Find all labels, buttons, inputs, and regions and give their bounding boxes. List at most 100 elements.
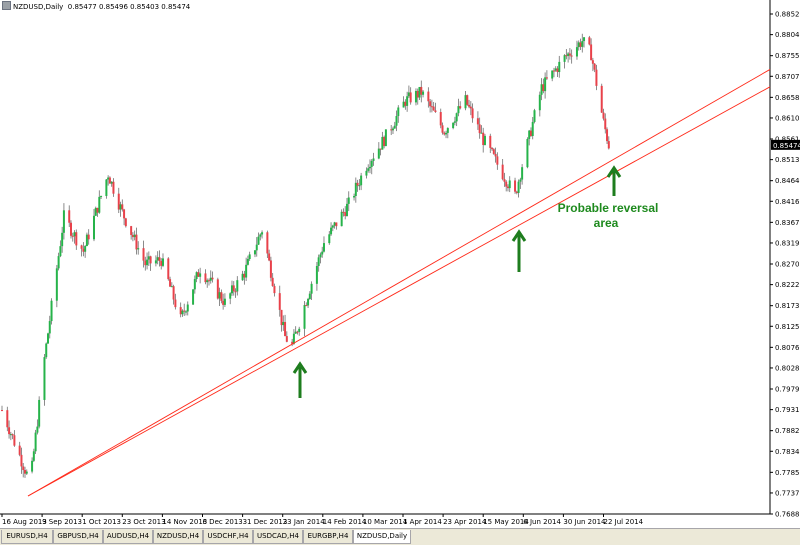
candle-body — [303, 305, 306, 329]
candle-body — [514, 180, 517, 192]
price-label: 0.78340 — [775, 448, 800, 456]
candle-body — [170, 286, 173, 288]
candle-body — [186, 304, 189, 312]
candle-body — [18, 445, 21, 455]
candle-body — [377, 148, 380, 159]
candle-body — [285, 336, 288, 342]
candle-body — [503, 179, 506, 182]
price-label: 0.79790 — [775, 386, 800, 394]
candle-body — [593, 63, 596, 70]
candle-body — [144, 260, 147, 266]
candle-body — [124, 218, 127, 227]
chart-header: NZDUSD,Daily 0.85477 0.85496 0.85403 0.8… — [2, 1, 190, 11]
reversal-arrow-up-icon — [606, 165, 622, 196]
tab-gbpusd-h4[interactable]: GBPUSD,H4 — [53, 530, 103, 544]
candle-body — [181, 310, 184, 315]
candle-body — [501, 164, 504, 180]
candle-body — [476, 118, 479, 125]
candle-body — [322, 243, 325, 252]
candle-body — [581, 41, 584, 47]
candle-body — [439, 112, 442, 126]
candle-body — [354, 182, 357, 197]
trendlines-layer — [27, 69, 771, 497]
candle-body — [229, 293, 232, 299]
candle-body — [107, 177, 110, 180]
candle-body — [430, 106, 433, 108]
price-chart[interactable]: 0.88520 0.88040 0.87550 0.87070 0.86580 0.861… — [0, 0, 800, 527]
price-label: 0.86580 — [775, 94, 800, 102]
candle-body — [59, 246, 62, 257]
candle-body — [365, 170, 368, 176]
candle-body — [75, 232, 78, 246]
candle-body — [432, 106, 435, 111]
chart-grid — [0, 0, 771, 515]
candle-body — [445, 132, 448, 135]
candle-body — [533, 110, 536, 122]
candle-body — [429, 101, 432, 107]
candle-body — [315, 265, 318, 284]
price-label: 0.82700 — [775, 261, 800, 269]
price-label: 0.86100 — [775, 114, 800, 122]
candle-body — [317, 257, 320, 266]
tab-nzdusd-h4[interactable]: NZDUSD,H4 — [153, 530, 203, 544]
candle-body — [307, 298, 310, 306]
trendline-1 — [27, 69, 771, 497]
candle-body — [193, 279, 196, 290]
candle-body — [195, 272, 198, 280]
time-label: 6 Jun 2014 — [523, 518, 561, 526]
candle-body — [94, 207, 97, 216]
candle-body — [36, 426, 39, 433]
tab-audusd-h4[interactable]: AUDUSD,H4 — [103, 530, 153, 544]
tab-eurusd-h4[interactable]: EURUSD,H4 — [1, 530, 53, 544]
candle-body — [149, 256, 152, 264]
candle-body — [478, 124, 481, 134]
candle-body — [273, 286, 276, 294]
candle-body — [443, 132, 446, 135]
candle-body — [92, 215, 95, 240]
candle-body — [142, 248, 145, 261]
candle-body — [529, 130, 532, 136]
candle-body — [216, 279, 219, 299]
candle-body — [135, 234, 138, 250]
candle-body — [268, 253, 271, 261]
candle-body — [409, 92, 412, 103]
candle-body — [123, 209, 126, 219]
candle-body — [482, 132, 485, 145]
candle-body — [515, 191, 518, 193]
candle-body — [34, 432, 37, 452]
candle-body — [236, 280, 239, 292]
trendline-2 — [27, 86, 771, 497]
candle-body — [147, 256, 150, 260]
candle-body — [284, 321, 287, 337]
candle-body — [446, 128, 449, 133]
candle-body — [112, 181, 115, 194]
candle-body — [192, 289, 195, 305]
time-label: 14 Nov 2013 — [162, 518, 207, 526]
tab-eurgbp-h4[interactable]: EURGBP,H4 — [303, 530, 353, 544]
candle-body — [540, 84, 543, 95]
candle-body — [172, 286, 175, 300]
candle-body — [108, 177, 111, 184]
time-label: 23 Apr 2014 — [443, 518, 487, 526]
candle-body — [347, 197, 350, 204]
candle-body — [372, 158, 375, 161]
tab-usdcad-h4[interactable]: USDCAD,H4 — [253, 530, 303, 544]
candle-body — [418, 86, 421, 98]
candle-body — [393, 125, 396, 129]
tab-usdchf-h4[interactable]: USDCHF,H4 — [203, 530, 253, 544]
candle-body — [384, 129, 387, 147]
candle-body — [381, 136, 384, 150]
tab-nzdusd-daily[interactable]: NZDUSD,Daily — [353, 530, 411, 544]
candle-body — [591, 60, 594, 64]
candle-body — [390, 129, 393, 131]
candle-body — [505, 181, 508, 187]
price-label: 0.77370 — [775, 489, 800, 497]
candle-body — [321, 251, 324, 255]
time-label: 10 Mar 2014 — [363, 518, 408, 526]
candle-body — [353, 196, 356, 198]
candle-body — [434, 110, 437, 113]
time-label: 31 Dec 2013 — [243, 518, 288, 526]
candle-body — [368, 166, 371, 169]
candle-body — [282, 321, 285, 326]
candle-body — [22, 466, 25, 471]
